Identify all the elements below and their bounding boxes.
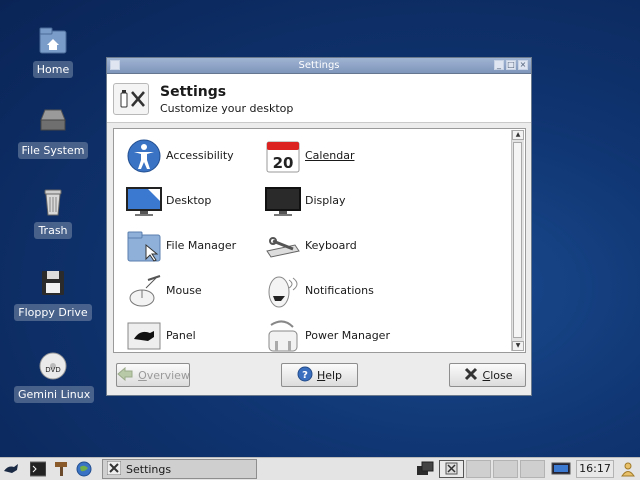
settings-item-label: Mouse: [166, 284, 202, 297]
settings-item-keyboard[interactable]: Keyboard: [259, 227, 409, 263]
settings-item-display[interactable]: Display: [259, 182, 409, 218]
settings-item-panel[interactable]: Panel: [120, 317, 270, 352]
power-manager-icon: [265, 319, 301, 352]
settings-item-label: Accessibility: [166, 149, 234, 162]
settings-small-icon: [106, 460, 122, 478]
settings-item-accessibility[interactable]: Accessibility: [120, 137, 270, 173]
desktop-icon-label: Floppy Drive: [14, 304, 92, 321]
settings-item-power-manager[interactable]: Power Manager: [259, 317, 409, 352]
hammer-icon[interactable]: [53, 461, 69, 477]
notifications-icon: [265, 274, 301, 308]
settings-item-label: Keyboard: [305, 239, 357, 252]
home-icon: [37, 25, 69, 57]
clock[interactable]: 16:17: [576, 460, 614, 478]
desktop-icon-home[interactable]: Home: [14, 25, 92, 78]
trash-icon: [37, 186, 69, 218]
desktop-icon-label: Trash: [34, 222, 72, 239]
settings-item-label: Display: [305, 194, 346, 207]
desktop-icon-floppy-drive[interactable]: Floppy Drive: [14, 268, 92, 321]
close-button[interactable]: Close: [449, 363, 526, 387]
workspace-3[interactable]: [493, 460, 518, 478]
file-manager-icon: [126, 229, 162, 263]
close-window-button[interactable]: ×: [518, 60, 528, 70]
settings-icon-view: Accessibility 20 Calendar Desktop Displa…: [113, 128, 526, 353]
taskbar-window-label: Settings: [126, 462, 172, 476]
mouse-icon: [126, 274, 162, 308]
close-icon: [463, 366, 479, 385]
scroll-down-button[interactable]: ▼: [512, 341, 524, 351]
help-mnemonic: H: [316, 368, 326, 382]
help-icon: ?: [297, 366, 313, 385]
user-actions-icon[interactable]: [620, 461, 636, 477]
dialog-title: Settings: [160, 84, 227, 100]
window-titlebar[interactable]: Settings _ □ ×: [107, 58, 531, 74]
scroll-up-button[interactable]: ▲: [512, 130, 524, 140]
settings-tools-icon: [113, 83, 149, 115]
floppy-icon: [37, 268, 69, 300]
desktop-monitor-icon: [126, 184, 162, 218]
panel-icon: [126, 319, 162, 352]
settings-item-mouse[interactable]: Mouse: [120, 272, 270, 308]
window-title: Settings: [298, 60, 340, 71]
settings-item-label: Desktop: [166, 194, 212, 207]
minimize-button[interactable]: _: [494, 60, 504, 70]
accessibility-icon: [126, 139, 162, 173]
overview-mnemonic: O: [138, 368, 147, 382]
svg-text:DVD: DVD: [45, 366, 60, 374]
svg-text:?: ?: [302, 370, 308, 381]
settings-item-label: Notifications: [305, 284, 374, 297]
drive-icon: [37, 106, 69, 138]
maximize-button[interactable]: □: [506, 60, 516, 70]
taskbar-window-settings[interactable]: Settings: [102, 459, 257, 479]
overview-button[interactable]: Overview: [116, 363, 190, 387]
desktop-icon-label: Gemini Linux: [14, 386, 95, 403]
web-browser-icon[interactable]: [76, 461, 92, 477]
display-tray-icon[interactable]: [551, 461, 571, 477]
help-button[interactable]: ? Help: [281, 363, 358, 387]
settings-item-label: File Manager: [166, 239, 237, 252]
dialog-header: Settings Customize your desktop: [107, 74, 531, 123]
close-label: lose: [490, 368, 513, 382]
app-menu-icon[interactable]: [3, 461, 19, 477]
dialog-subtitle: Customize your desktop: [160, 102, 294, 115]
display-icon: [265, 184, 301, 218]
settings-window: Settings _ □ × Settings Customize your d…: [106, 57, 532, 396]
back-arrow-icon: [116, 366, 134, 384]
desktop-icon-trash[interactable]: Trash: [14, 186, 92, 239]
desktop-icon-label: Home: [32, 61, 74, 78]
help-label: elp: [325, 368, 343, 382]
show-desktop-icon[interactable]: [416, 461, 434, 477]
scroll-thumb[interactable]: [513, 142, 522, 338]
settings-item-label: Power Manager: [305, 329, 390, 342]
settings-item-label: Calendar: [305, 149, 355, 162]
workspace-1[interactable]: [439, 460, 464, 478]
desktop-icon-file-system[interactable]: File System: [14, 106, 92, 159]
workspace-4[interactable]: [520, 460, 545, 478]
settings-item-calendar[interactable]: 20 Calendar: [259, 137, 409, 173]
dvd-icon: DVD: [37, 350, 69, 382]
settings-item-file-manager[interactable]: File Manager: [120, 227, 270, 263]
desktop-icon-label: File System: [17, 142, 89, 159]
settings-item-notifications[interactable]: Notifications: [259, 272, 409, 308]
workspace-2[interactable]: [466, 460, 491, 478]
settings-item-label: Panel: [166, 329, 196, 342]
calendar-icon: 20: [265, 139, 301, 173]
svg-text:20: 20: [273, 154, 294, 172]
keyboard-icon: [265, 229, 301, 263]
window-menu-icon[interactable]: [110, 60, 120, 70]
settings-item-desktop[interactable]: Desktop: [120, 182, 270, 218]
taskbar: Settings 16:17: [0, 457, 640, 480]
overview-label: verview: [146, 368, 190, 382]
terminal-icon[interactable]: [29, 461, 47, 477]
desktop-icon-gemini-linux[interactable]: DVD Gemini Linux: [14, 350, 95, 403]
vertical-scrollbar[interactable]: ▲ ▼: [511, 130, 524, 351]
